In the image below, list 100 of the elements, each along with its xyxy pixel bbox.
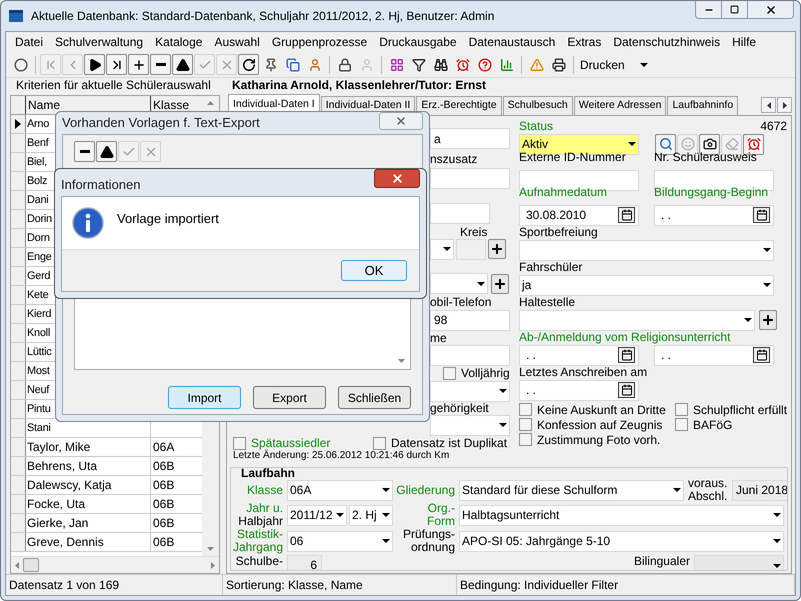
tab[interactable]: Laufbahninfo: [667, 96, 738, 115]
date-field[interactable]: . .: [654, 344, 774, 366]
table-cell: Benf: [27, 136, 48, 150]
dropdown[interactable]: 06A: [287, 480, 393, 500]
dialog-title: Vorhanden Vorlagen f. Text-Export: [62, 114, 260, 132]
up-button[interactable]: [96, 141, 117, 162]
dropdown[interactable]: ja: [519, 274, 774, 296]
maximize-button[interactable]: [722, 1, 748, 19]
dialog-message: Vorlage importiert: [117, 210, 219, 228]
add-button[interactable]: [488, 239, 506, 259]
table-cell: 06A: [153, 440, 174, 454]
status-text: Sortierung: Klasse, Name: [223, 575, 457, 595]
field-label: Sportbefreiung: [519, 226, 598, 239]
checkbox[interactable]: Spätaussiedler: [233, 436, 373, 450]
calendar-button[interactable]: [618, 207, 635, 223]
calendar-button[interactable]: [753, 347, 770, 363]
table-cell: Taylor, Mike: [27, 440, 90, 454]
horizontal-scrollbar[interactable]: [11, 556, 219, 573]
scrollbar-thumb[interactable]: [23, 558, 39, 572]
menu-item[interactable]: Auswahl: [214, 33, 260, 51]
menu-item[interactable]: Gruppenprozesse: [272, 33, 368, 51]
date-field[interactable]: 30.08.2010: [519, 204, 639, 226]
menu-item[interactable]: Extras: [567, 33, 602, 51]
scroll-right-button[interactable]: [777, 97, 792, 113]
print-dropdown[interactable]: Drucken: [578, 54, 650, 74]
grid-icon: [390, 58, 404, 72]
row-indicator[interactable]: [11, 115, 26, 133]
add-button[interactable]: [491, 274, 509, 294]
menu-item[interactable]: Datenaustausch: [468, 33, 556, 51]
tab[interactable]: Erz.-Berechtigte: [416, 96, 502, 115]
dropdown-arrow-icon: [773, 539, 781, 543]
input-field[interactable]: [430, 344, 510, 366]
checkbox[interactable]: BAFöG: [675, 417, 788, 432]
checkbox[interactable]: Volljährig: [443, 366, 510, 380]
calendar-button[interactable]: [618, 347, 635, 363]
calendar-icon: [756, 349, 768, 361]
menu-item[interactable]: Datei: [15, 33, 44, 51]
tab[interactable]: Weitere Adressen: [574, 96, 666, 115]
input-field[interactable]: 98: [430, 310, 510, 330]
date-field[interactable]: . .: [519, 344, 639, 366]
menu-item[interactable]: Schulverwaltung: [55, 33, 144, 51]
filter-icon: [412, 58, 426, 72]
last-record-button[interactable]: [106, 54, 127, 75]
field-label: Nr. Schülerausweis: [654, 150, 757, 164]
dropdown[interactable]: APO-SI 05: Jahrgänge 5-10: [459, 530, 784, 552]
add-button[interactable]: [759, 310, 777, 330]
checkbox[interactable]: Keine Auskunft an Dritte: [519, 402, 675, 417]
table-cell: Dani: [27, 193, 48, 207]
dropdown[interactable]: 2. Hj: [349, 504, 393, 526]
refresh-button[interactable]: [238, 54, 259, 75]
field-label: Gliederung: [397, 484, 455, 496]
refresh-icon: [242, 58, 256, 72]
input-field[interactable]: [430, 168, 510, 189]
menu-item[interactable]: Druckausgabe: [379, 33, 457, 51]
plus-icon: [132, 58, 146, 72]
up-button[interactable]: [172, 54, 193, 75]
dropdown[interactable]: [430, 238, 454, 260]
input-field[interactable]: [456, 238, 486, 260]
input-field[interactable]: a: [430, 128, 510, 149]
menu-item[interactable]: Datenschutzhinweis: [613, 33, 720, 51]
dialog-button[interactable]: Import: [168, 386, 241, 409]
scroll-left-button[interactable]: [761, 97, 776, 113]
date-field[interactable]: . .: [519, 380, 639, 400]
calendar-button[interactable]: [753, 207, 770, 223]
minus-button[interactable]: [74, 141, 95, 162]
checkbox[interactable]: Zustimmung Foto vorh.: [519, 432, 675, 447]
dropdown[interactable]: 06: [287, 530, 393, 552]
next-button[interactable]: [84, 54, 105, 75]
dropdown[interactable]: 2011/12: [287, 504, 347, 526]
plus-button[interactable]: [128, 54, 149, 75]
eraser-icon: [724, 137, 738, 151]
checkbox[interactable]: Datensatz ist Duplikat: [373, 436, 508, 450]
calendar-button[interactable]: [618, 382, 635, 398]
menu-item[interactable]: Kataloge: [155, 33, 202, 51]
close-button[interactable]: [374, 169, 420, 188]
input-field[interactable]: 6: [287, 555, 322, 570]
column-header[interactable]: Klasse: [151, 96, 202, 114]
checkbox[interactable]: Konfession auf Zeugnis: [519, 417, 675, 432]
date-field[interactable]: . .: [654, 204, 774, 226]
input-field[interactable]: [430, 203, 490, 224]
dialog-title: Informationen: [61, 176, 140, 194]
dialog-button[interactable]: Export: [253, 386, 326, 409]
dropdown[interactable]: Halbtagsunterricht: [459, 504, 784, 526]
close-button[interactable]: [748, 1, 794, 19]
dropdown-arrow-icon: [773, 513, 781, 517]
checkbox[interactable]: Schulpflicht erfüllt: [675, 402, 788, 417]
table-cell: 06B: [153, 516, 174, 530]
table-cell: Neuf: [27, 383, 50, 397]
dropdown-arrow-icon: [382, 513, 390, 517]
table-cell: Greve, Dennis: [27, 535, 104, 549]
dialog-button[interactable]: Schließen: [338, 386, 411, 409]
minus-button[interactable]: [150, 54, 171, 75]
table-cell: Kierd: [27, 307, 52, 321]
ok-button[interactable]: OK: [341, 260, 407, 281]
dropdown-arrow-icon: [382, 488, 390, 492]
table-cell: Lüttic: [27, 345, 52, 359]
tab[interactable]: Schulbesuch: [502, 96, 573, 115]
dropdown[interactable]: Standard für diese Schulform: [459, 480, 684, 500]
menu-item[interactable]: Hilfe: [732, 33, 756, 51]
table-cell: Most: [27, 364, 50, 378]
